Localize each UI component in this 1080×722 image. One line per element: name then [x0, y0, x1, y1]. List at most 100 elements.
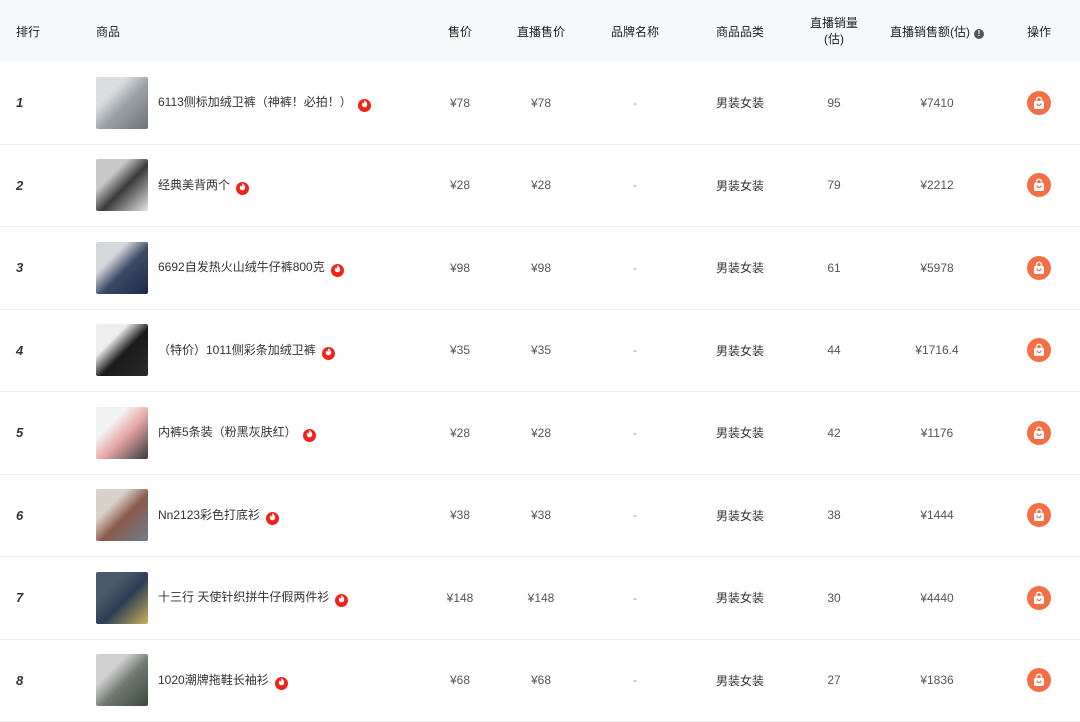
product-name[interactable]: 1020潮牌拖鞋长袖衫: [158, 673, 269, 687]
live-price: ¥38: [500, 508, 582, 522]
shopping-bag-icon[interactable]: [1027, 421, 1051, 445]
live-amount: ¥5978: [876, 261, 998, 275]
brand-name: -: [582, 261, 688, 275]
operation-cell: [998, 503, 1080, 527]
product-name[interactable]: 6692自发热火山绒牛仔裤800克: [158, 260, 325, 274]
product-name-wrap: 经典美背两个: [158, 176, 249, 195]
product-category: 男装女装: [688, 672, 792, 689]
operation-cell: [998, 586, 1080, 610]
product-category: 男装女装: [688, 177, 792, 194]
header-operation: 操作: [998, 23, 1080, 40]
live-amount: ¥1176: [876, 426, 998, 440]
operation-cell: [998, 256, 1080, 280]
table-row: 6 Nn2123彩色打底衫 ¥38 ¥38 - 男装女装 38 ¥1444: [0, 475, 1080, 558]
product-name[interactable]: 十三行 天使针织拼牛仔假两件衫: [158, 590, 329, 604]
product-name-wrap: 6113侧标加绒卫裤（神裤！必拍！）: [158, 93, 371, 112]
live-amount: ¥7410: [876, 96, 998, 110]
shopping-bag-icon[interactable]: [1027, 586, 1051, 610]
table-row: 7 十三行 天使针织拼牛仔假两件衫 ¥148 ¥148 - 男装女装 30 ¥4…: [0, 557, 1080, 640]
sale-price: ¥78: [420, 96, 500, 110]
rank-number: 8: [0, 673, 80, 688]
flame-icon: [322, 347, 335, 360]
product-category: 男装女装: [688, 342, 792, 359]
live-amount: ¥1444: [876, 508, 998, 522]
brand-name: -: [582, 343, 688, 357]
product-category: 男装女装: [688, 589, 792, 606]
operation-cell: [998, 338, 1080, 362]
product-name[interactable]: 内裤5条装（粉黑灰肤红）: [158, 425, 297, 439]
live-price: ¥98: [500, 261, 582, 275]
product-name-wrap: 1020潮牌拖鞋长袖衫: [158, 671, 288, 690]
header-live-price[interactable]: 直播售价: [500, 23, 582, 40]
shopping-bag-icon[interactable]: [1027, 173, 1051, 197]
sale-price: ¥28: [420, 178, 500, 192]
shopping-bag-icon[interactable]: [1027, 256, 1051, 280]
live-volume: 44: [792, 342, 876, 358]
operation-cell: [998, 421, 1080, 445]
shopping-bag-icon[interactable]: [1027, 668, 1051, 692]
product-thumbnail[interactable]: [96, 242, 148, 294]
product-cell: Nn2123彩色打底衫: [80, 489, 420, 541]
product-thumbnail[interactable]: [96, 572, 148, 624]
table-row: 5 内裤5条装（粉黑灰肤红） ¥28 ¥28 - 男装女装 42 ¥1176: [0, 392, 1080, 475]
sale-price: ¥35: [420, 343, 500, 357]
sale-price: ¥148: [420, 591, 500, 605]
live-amount: ¥2212: [876, 178, 998, 192]
product-name-wrap: 6692自发热火山绒牛仔裤800克: [158, 258, 344, 277]
flame-icon: [335, 594, 348, 607]
product-cell: 内裤5条装（粉黑灰肤红）: [80, 407, 420, 459]
product-thumbnail[interactable]: [96, 159, 148, 211]
product-name[interactable]: （特价）1011侧彩条加绒卫裤: [158, 343, 316, 357]
table-row: 4 （特价）1011侧彩条加绒卫裤 ¥35 ¥35 - 男装女装 44 ¥171…: [0, 310, 1080, 393]
table-row: 2 经典美背两个 ¥28 ¥28 - 男装女装 79 ¥2212: [0, 145, 1080, 228]
sale-price: ¥68: [420, 673, 500, 687]
sale-price: ¥28: [420, 426, 500, 440]
operation-cell: [998, 668, 1080, 692]
live-price: ¥148: [500, 591, 582, 605]
product-thumbnail[interactable]: [96, 77, 148, 129]
rank-number: 7: [0, 590, 80, 605]
ranking-table: 排行 商品 售价 直播售价 品牌名称 商品品类 直播销量 (估) 直播销售额(估…: [0, 0, 1080, 722]
product-thumbnail[interactable]: [96, 654, 148, 706]
header-price[interactable]: 售价: [420, 23, 500, 40]
rank-number: 6: [0, 508, 80, 523]
table-row: 1 6113侧标加绒卫裤（神裤！必拍！） ¥78 ¥78 - 男装女装 95 ¥…: [0, 62, 1080, 145]
live-amount: ¥1716.4: [876, 343, 998, 357]
table-body: 1 6113侧标加绒卫裤（神裤！必拍！） ¥78 ¥78 - 男装女装 95 ¥…: [0, 62, 1080, 722]
live-price: ¥35: [500, 343, 582, 357]
rank-number: 2: [0, 178, 80, 193]
brand-name: -: [582, 96, 688, 110]
rank-number: 5: [0, 425, 80, 440]
header-live-amount-label: 直播销售额(估): [890, 25, 970, 39]
live-price: ¥68: [500, 673, 582, 687]
product-name[interactable]: 6113侧标加绒卫裤（神裤！必拍！）: [158, 95, 352, 109]
product-thumbnail[interactable]: [96, 407, 148, 459]
product-name[interactable]: Nn2123彩色打底衫: [158, 508, 260, 522]
live-volume: 61: [792, 260, 876, 276]
product-category: 男装女装: [688, 424, 792, 441]
product-cell: （特价）1011侧彩条加绒卫裤: [80, 324, 420, 376]
product-name[interactable]: 经典美背两个: [158, 178, 230, 192]
product-category: 男装女装: [688, 507, 792, 524]
sale-price: ¥98: [420, 261, 500, 275]
operation-cell: [998, 91, 1080, 115]
operation-cell: [998, 173, 1080, 197]
live-amount: ¥4440: [876, 591, 998, 605]
shopping-bag-icon[interactable]: [1027, 338, 1051, 362]
product-thumbnail[interactable]: [96, 489, 148, 541]
flame-icon: [266, 512, 279, 525]
product-name-wrap: （特价）1011侧彩条加绒卫裤: [158, 341, 335, 360]
product-cell: 1020潮牌拖鞋长袖衫: [80, 654, 420, 706]
shopping-bag-icon[interactable]: [1027, 503, 1051, 527]
table-row: 3 6692自发热火山绒牛仔裤800克 ¥98 ¥98 - 男装女装 61 ¥5…: [0, 227, 1080, 310]
flame-icon: [331, 264, 344, 277]
product-name-wrap: 内裤5条装（粉黑灰肤红）: [158, 423, 316, 442]
info-icon[interactable]: !: [974, 29, 984, 39]
shopping-bag-icon[interactable]: [1027, 91, 1051, 115]
header-live-amount[interactable]: 直播销售额(估)!: [876, 23, 998, 40]
header-rank: 排行: [0, 23, 80, 40]
product-category: 男装女装: [688, 94, 792, 111]
product-thumbnail[interactable]: [96, 324, 148, 376]
header-live-volume[interactable]: 直播销量 (估): [792, 15, 876, 47]
live-volume: 30: [792, 590, 876, 606]
